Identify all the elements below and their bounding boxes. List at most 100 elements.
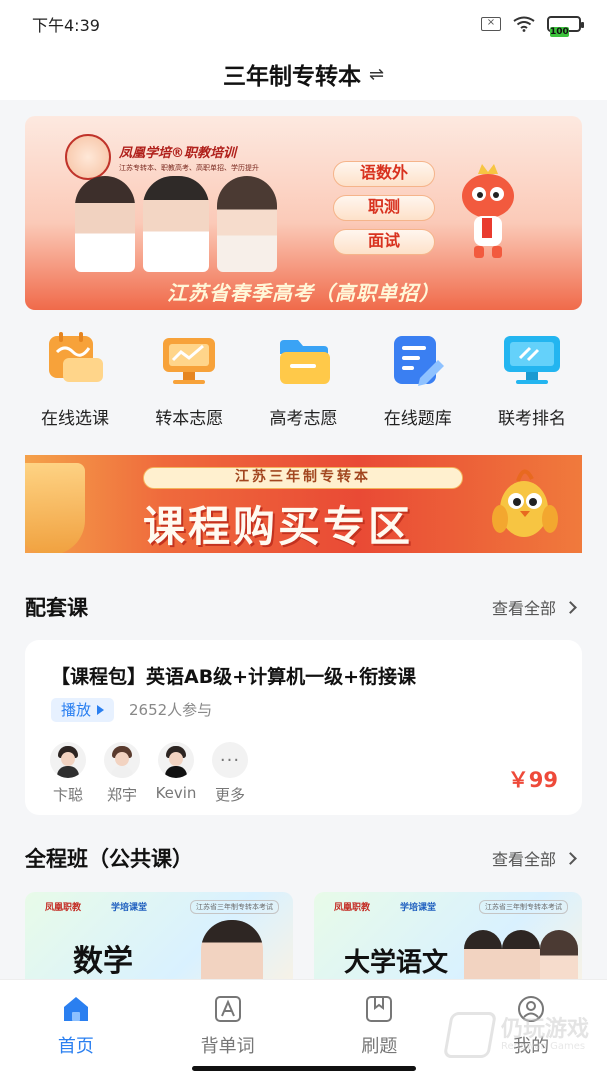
teacher-photo: [217, 176, 277, 272]
teacher-name: Kevin: [155, 784, 197, 802]
teacher-photo: [464, 930, 502, 980]
watermark-text: 仍玩游戏: [500, 1016, 589, 1042]
teacher-list: 卞聪 郑宇 Kevin ··· 更多: [49, 742, 249, 805]
course-banner-title: 课程购买专区: [143, 502, 414, 551]
nav-question-bank[interactable]: 在线题库: [368, 330, 468, 440]
avatar: [50, 742, 86, 778]
nav-label: 高考志愿: [269, 409, 338, 429]
teacher-more-label: 更多: [214, 786, 245, 804]
tab-label: 首页: [57, 1036, 94, 1057]
see-all-label: 查看全部: [491, 599, 556, 618]
hero-banner[interactable]: 凤凰学培®职教培训 江苏专转本、职教高考、高职单招、学历提升 语数外 职测 面试…: [25, 116, 582, 310]
question-bank-icon: [388, 330, 448, 390]
chevron-right-icon: [564, 600, 577, 614]
status-time: 下午4:39: [32, 16, 100, 35]
participant-count: 2652人参与: [129, 701, 213, 719]
thumb-tagline: 江苏省三年制专转本考试: [190, 900, 279, 914]
thumb-brand: 凤凰职教: [45, 903, 82, 913]
see-all-matching-button[interactable]: 查看全部: [491, 595, 577, 619]
more-icon: ···: [212, 742, 248, 778]
play-button[interactable]: 播放: [51, 698, 115, 722]
wifi-icon: [513, 16, 535, 32]
see-all-label: 查看全部: [491, 850, 556, 869]
nav-label: 转本志愿: [155, 409, 224, 429]
teacher-more[interactable]: ··· 更多: [211, 742, 249, 805]
bird-mascot-icon: [488, 463, 562, 547]
teacher-photo: [75, 176, 135, 272]
phoenix-logo-icon: [65, 134, 111, 180]
thumb-subject: 大学语文: [344, 948, 449, 978]
quick-nav: 在线选课 转本志愿 高考志愿 在线题库 联考排名: [25, 330, 582, 440]
nav-label: 联考排名: [498, 409, 566, 429]
play-icon: [97, 705, 105, 715]
nav-online-course[interactable]: 在线选课: [25, 330, 125, 440]
course-select-icon: [45, 330, 105, 390]
thumb-subject: 数学: [73, 944, 133, 979]
banner-pill: 语数外: [333, 161, 435, 187]
ranking-monitor-icon: [502, 330, 562, 390]
battery-level: 100: [550, 27, 569, 37]
course-thumbnail-chinese[interactable]: 凤凰职教 学培课堂 江苏省三年制专转本考试 大学语文: [314, 892, 582, 980]
watermark-subtext: Rengwan Games: [500, 1040, 586, 1052]
volunteer-chart-icon: [159, 330, 219, 390]
dragon-mascot-icon: [452, 164, 524, 264]
status-bar: 下午4:39 × 100: [0, 0, 607, 48]
banner-pill: 职测: [333, 195, 435, 221]
course-card[interactable]: 【课程包】英语AB级+计算机一级+衔接课 播放 2652人参与 卞聪 郑宇 Ke…: [25, 640, 582, 815]
nav-transfer-volunteer[interactable]: 转本志愿: [139, 330, 239, 440]
course-purchase-banner[interactable]: 江苏三年制专转本 课程购买专区: [25, 455, 582, 553]
watermark-logo-icon: [442, 1012, 498, 1058]
vocabulary-icon: [213, 994, 243, 1024]
teacher-photo: [502, 930, 540, 980]
course-thumbnail-math[interactable]: 凤凰职教 学培课堂 江苏省三年制专转本考试 数学: [25, 892, 293, 980]
see-all-full-course-button[interactable]: 查看全部: [491, 846, 577, 870]
teacher-photo: [143, 176, 209, 272]
course-title: 【课程包】英语AB级+计算机一级+衔接课: [51, 666, 417, 688]
teacher-item[interactable]: 卞聪: [49, 742, 87, 805]
avatar: [104, 742, 140, 778]
banner-caption: 江苏省春季高考（高职单招）: [167, 281, 440, 305]
avatar: [158, 742, 194, 778]
teacher-name: 郑宇: [106, 786, 137, 804]
tab-practice[interactable]: 刷题: [304, 980, 456, 1080]
course-price: ￥99: [507, 768, 558, 792]
tab-label: 背单词: [200, 1036, 255, 1057]
play-label: 播放: [61, 701, 92, 719]
thumb-brand: 凤凰职教: [334, 903, 371, 913]
nav-college-volunteer[interactable]: 高考志愿: [254, 330, 354, 440]
folder-icon: [274, 330, 334, 390]
teacher-name: 卞聪: [52, 786, 83, 804]
thumb-brand-secondary: 学培课堂: [111, 903, 148, 913]
nav-label: 在线题库: [383, 409, 452, 429]
chevron-right-icon: [564, 851, 577, 865]
section-title-matching: 配套课: [25, 596, 88, 620]
page-title[interactable]: 三年制专转本: [223, 57, 361, 91]
nav-joint-ranking[interactable]: 联考排名: [482, 330, 582, 440]
banner-brand: 凤凰学培®职教培训: [119, 145, 237, 161]
full-course-list: 凤凰职教 学培课堂 江苏省三年制专转本考试 数学 凤凰职教 学培课堂 江苏省三年…: [25, 892, 582, 980]
section-title-full-course: 全程班（公共课）: [25, 847, 193, 871]
tab-home[interactable]: 首页: [0, 980, 152, 1080]
nav-label: 在线选课: [41, 409, 109, 429]
battery-icon: 100: [547, 16, 584, 37]
home-icon: [61, 994, 91, 1024]
tab-vocabulary[interactable]: 背单词: [152, 980, 304, 1080]
shield-decoration-icon: [25, 463, 85, 553]
teacher-item[interactable]: Kevin: [155, 742, 197, 805]
teacher-photo: [540, 930, 578, 980]
switch-icon[interactable]: ⇌: [369, 64, 384, 85]
no-sim-icon: ×: [481, 17, 501, 31]
thumb-brand-secondary: 学培课堂: [400, 903, 437, 913]
status-icons: × 100: [481, 16, 584, 37]
banner-pill: 面试: [333, 229, 435, 255]
home-indicator[interactable]: [192, 1066, 416, 1071]
tab-label: 刷题: [361, 1036, 398, 1057]
page-header[interactable]: 三年制专转本 ⇌: [0, 48, 607, 100]
course-banner-subtitle: 江苏三年制专转本: [143, 467, 463, 489]
banner-logo: 凤凰学培®职教培训 江苏专转本、职教高考、高职单招、学历提升: [65, 134, 259, 180]
watermark: 仍玩游戏 Rengwan Games: [442, 1012, 589, 1058]
teacher-item[interactable]: 郑宇: [103, 742, 141, 805]
banner-brand-sub: 江苏专转本、职教高考、高职单招、学历提升: [119, 163, 259, 172]
teacher-photo: [201, 920, 263, 980]
thumb-tagline: 江苏省三年制专转本考试: [479, 900, 568, 914]
